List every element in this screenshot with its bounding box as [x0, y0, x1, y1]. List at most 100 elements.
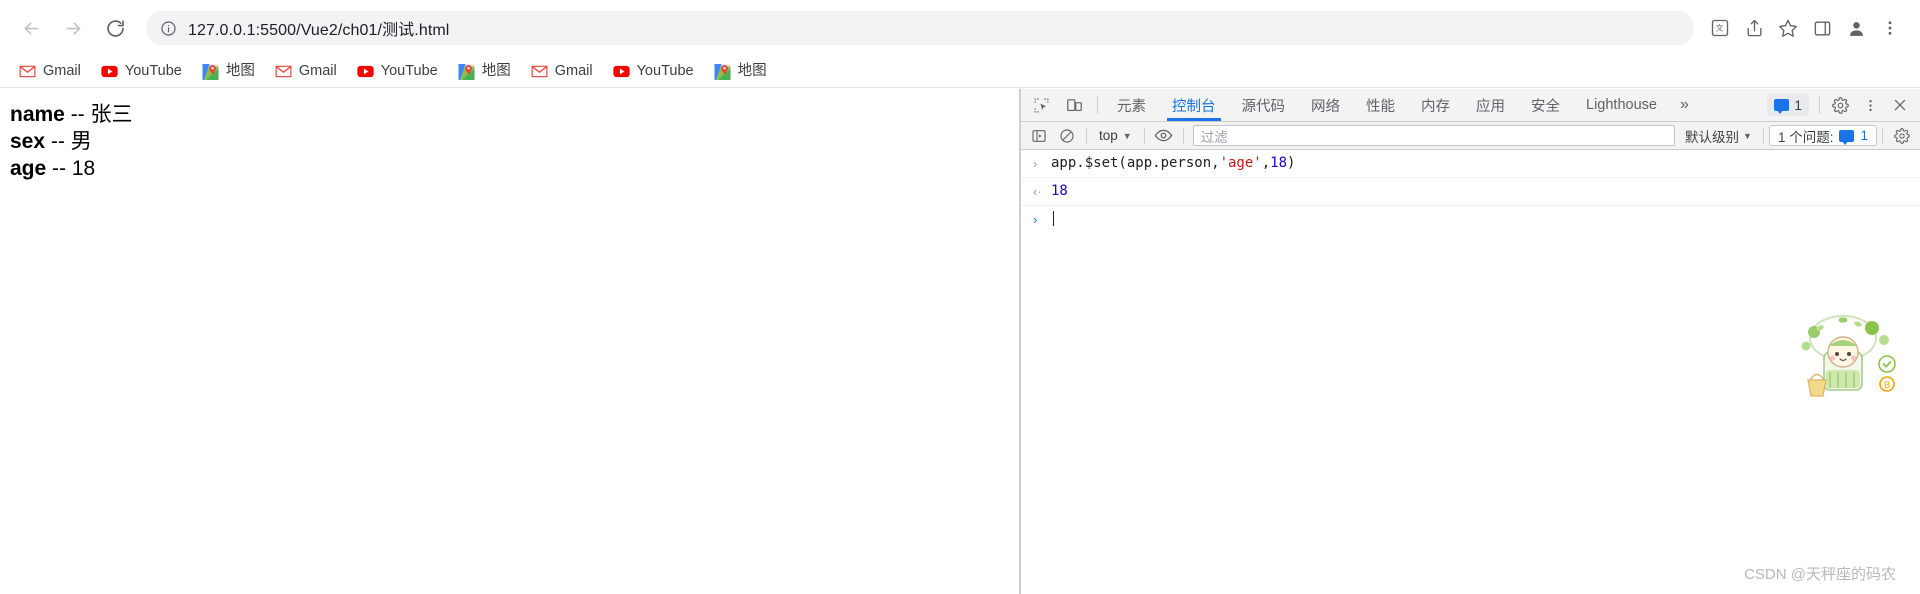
code-token-number: 18 — [1270, 155, 1288, 171]
tab-memory[interactable]: 内存 — [1408, 89, 1463, 121]
share-icon[interactable] — [1738, 12, 1770, 44]
console-settings-icon[interactable] — [1888, 123, 1916, 149]
page-line-value: 张三 — [90, 103, 133, 126]
back-button[interactable] — [14, 11, 48, 45]
bookmark-label: 地图 — [737, 63, 767, 80]
youtube-icon — [357, 63, 374, 80]
console-input-row[interactable]: › app.$set(app.person,'age',18) — [1021, 150, 1920, 178]
bookmark-item[interactable]: YouTube — [348, 59, 447, 85]
tab-label: 控制台 — [1172, 98, 1216, 115]
tabbar-spacer — [1699, 89, 1763, 121]
message-bubble-icon — [1774, 99, 1790, 114]
svg-text:B: B — [1884, 380, 1890, 390]
toolbar-divider — [1762, 127, 1764, 144]
issues-summary[interactable]: 1 个问题: 1 — [1768, 125, 1877, 146]
console-result-value: 18 — [1051, 183, 1068, 199]
issues-badge[interactable]: 1 — [1767, 94, 1809, 116]
devtools-panel: 元素 控制台 源代码 网络 性能 内存 应用 安全 Lighthouse » 1 — [1020, 89, 1920, 594]
youtube-icon — [101, 63, 118, 80]
tab-application[interactable]: 应用 — [1463, 89, 1518, 121]
bookmark-star-icon[interactable] — [1772, 12, 1804, 44]
more-options-icon[interactable] — [1856, 89, 1884, 122]
console-sidebar-icon[interactable] — [1025, 123, 1053, 149]
reload-button[interactable] — [98, 11, 132, 45]
settings-gear-icon[interactable] — [1826, 89, 1854, 122]
address-bar[interactable]: 127.0.0.1:5500/Vue2/ch01/测试.html — [146, 11, 1694, 45]
issues-badge-count: 1 — [1794, 97, 1802, 113]
decorative-sticker: B — [1788, 308, 1898, 413]
console-prompt-marker: › — [1033, 212, 1038, 227]
close-devtools-icon[interactable] — [1886, 89, 1914, 122]
tab-performance[interactable]: 性能 — [1353, 89, 1408, 121]
tab-label: 安全 — [1531, 98, 1560, 115]
forward-button[interactable] — [56, 11, 90, 45]
bookmark-item[interactable]: 地图 — [193, 59, 264, 85]
bookmark-item[interactable]: YouTube — [604, 59, 703, 85]
execution-context-selector[interactable]: top ▼ — [1092, 125, 1139, 147]
console-input-marker: › — [1033, 156, 1038, 171]
issues-summary-label: 1 个问题: — [1777, 129, 1834, 145]
bookmark-label: Gmail — [43, 63, 81, 80]
youtube-icon — [612, 63, 630, 80]
bookmark-label: Gmail — [554, 63, 593, 80]
bookmark-item[interactable]: 地图 — [705, 59, 776, 85]
console-prompt-input[interactable] — [1051, 210, 1054, 229]
text-caret — [1053, 211, 1054, 226]
bookmark-item[interactable]: Gmail — [522, 59, 602, 85]
page-line-key: sex — [10, 130, 46, 153]
toolbar-divider — [1086, 127, 1087, 144]
bookmarks-bar: Gmail YouTube 地图 Gmail YouTube 地图 Gmail … — [0, 56, 1920, 88]
web-page-content: name -- 张三 sex -- 男 age -- 18 — [0, 89, 1020, 594]
clear-console-icon[interactable] — [1053, 123, 1081, 149]
code-token: ) — [1287, 155, 1296, 171]
chevron-down-icon: ▼ — [1743, 130, 1752, 141]
bookmark-label: Gmail — [298, 63, 337, 80]
log-level-selector[interactable]: 默认级别 ▼ — [1679, 126, 1758, 146]
devtools-right-icons — [1826, 89, 1920, 121]
browser-toolbar: 127.0.0.1:5500/Vue2/ch01/测试.html 文 — [0, 0, 1920, 56]
tab-network[interactable]: 网络 — [1298, 89, 1353, 121]
bookmark-label: YouTube — [124, 63, 182, 80]
google-maps-icon — [714, 63, 731, 80]
page-line-separator: -- — [64, 103, 91, 126]
console-filter-input[interactable]: 过滤 — [1192, 125, 1676, 146]
bookmark-item[interactable]: Gmail — [10, 59, 90, 85]
gmail-icon — [19, 63, 36, 80]
tab-console[interactable]: 控制台 — [1159, 89, 1229, 121]
profile-avatar-icon[interactable] — [1840, 12, 1872, 44]
bookmark-label: YouTube — [380, 63, 438, 80]
inspect-element-icon[interactable] — [1025, 89, 1058, 121]
google-maps-icon — [202, 63, 219, 80]
console-input-expression: app.$set(app.person,'age',18) — [1051, 154, 1295, 173]
tab-sources[interactable]: 源代码 — [1229, 89, 1299, 121]
viewport: name -- 张三 sex -- 男 age -- 18 元素 控制台 源代码… — [0, 89, 1920, 594]
devtools-tabbar: 元素 控制台 源代码 网络 性能 内存 应用 安全 Lighthouse » 1 — [1021, 89, 1920, 122]
page-line-key: name — [10, 103, 65, 126]
side-panel-icon[interactable] — [1806, 12, 1838, 44]
device-toolbar-icon[interactable] — [1058, 89, 1091, 121]
gmail-icon — [531, 63, 548, 80]
tab-elements[interactable]: 元素 — [1104, 89, 1159, 121]
tab-label: Lighthouse — [1586, 97, 1657, 113]
tab-lighthouse[interactable]: Lighthouse — [1573, 89, 1670, 121]
console-prompt-row[interactable]: › — [1021, 206, 1920, 233]
console-result-row[interactable]: ‹· 18 — [1021, 178, 1920, 206]
arrow-right-icon — [66, 21, 80, 35]
console-toolbar: top ▼ 过滤 默认级别 ▼ 1 个问题: 1 — [1021, 122, 1920, 150]
bookmark-item[interactable]: 地图 — [449, 59, 520, 85]
code-token-string: 'age' — [1219, 155, 1262, 171]
tab-label: 应用 — [1476, 98, 1505, 115]
bookmark-label: 地图 — [481, 63, 511, 80]
translate-icon[interactable]: 文 — [1704, 12, 1736, 44]
tab-label: 元素 — [1117, 98, 1146, 115]
more-tabs-icon[interactable]: » — [1670, 89, 1699, 121]
chrome-menu-icon[interactable] — [1874, 12, 1906, 44]
gmail-icon — [275, 63, 292, 80]
console-output[interactable]: › app.$set(app.person,'age',18) ‹· 18 › — [1021, 150, 1920, 594]
bookmark-item[interactable]: YouTube — [92, 59, 191, 85]
bookmark-item[interactable]: Gmail — [266, 59, 346, 85]
info-circle-icon[interactable] — [160, 20, 177, 37]
tab-security[interactable]: 安全 — [1518, 89, 1573, 121]
live-expression-icon[interactable] — [1150, 123, 1178, 149]
toolbar-divider — [1882, 127, 1883, 144]
